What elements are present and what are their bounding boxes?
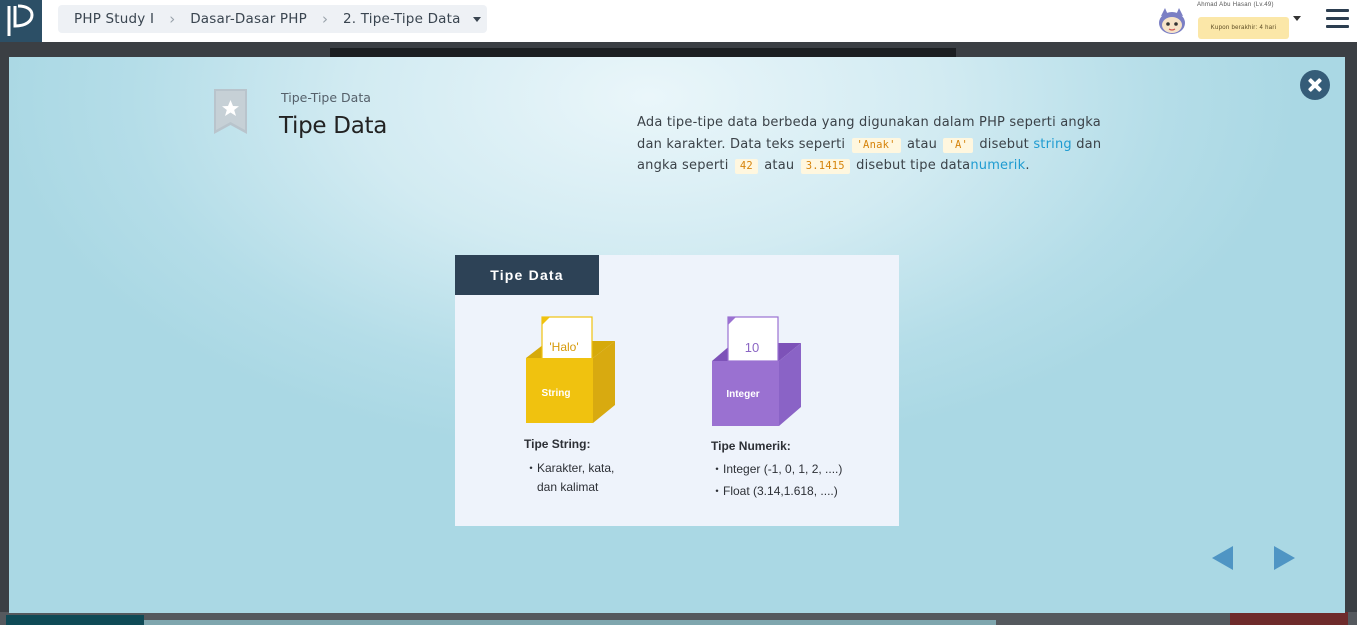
close-icon[interactable] — [1300, 70, 1330, 100]
logo-icon — [7, 4, 34, 36]
chevron-right-icon: › — [169, 10, 176, 28]
string-card-text: 'Halo' — [549, 340, 578, 354]
desc-text: . — [1025, 158, 1030, 173]
breadcrumb-course[interactable]: PHP Study I — [74, 11, 154, 27]
list-item: ・Integer (-1, 0, 1, 2, ....) — [711, 462, 843, 476]
integer-card-text: 10 — [745, 340, 759, 355]
coupon-badge: Kupon berakhir: 4 hari — [1198, 17, 1289, 39]
keyword-numerik: numerik — [970, 158, 1026, 173]
caret-down-icon[interactable] — [472, 16, 481, 22]
list-item: dan kalimat — [537, 480, 599, 494]
slide-illustration: Tipe Data 'Halo' String 10 Integer Tipe … — [455, 255, 899, 526]
app-logo[interactable] — [0, 0, 42, 42]
code-snippet: 'Anak' — [851, 137, 901, 153]
code-snippet: 3.1415 — [800, 159, 850, 174]
desc-text: atau — [764, 158, 795, 173]
lesson-subtitle: Tipe-Tipe Data — [281, 90, 371, 105]
code-snippet: 42 — [734, 159, 758, 174]
code-snippet: 'A' — [943, 137, 974, 153]
string-type-heading: Tipe String: — [524, 437, 591, 451]
desc-text: atau — [907, 136, 938, 152]
breadcrumb-lesson[interactable]: 2. Tipe-Tipe Data — [343, 11, 461, 27]
bookmark-star-icon[interactable] — [214, 89, 247, 134]
desc-text: disebut tipe data — [856, 158, 971, 173]
integer-box-icon: 10 Integer — [712, 316, 801, 426]
breadcrumb-chapter[interactable]: Dasar-Dasar PHP — [190, 11, 307, 27]
top-bar: PHP Study I › Dasar-Dasar PHP › 2. Tipe-… — [0, 0, 1357, 42]
lesson-slide-modal: Tipe-Tipe Data Tipe Data Ada tipe-tipe d… — [9, 57, 1345, 613]
lesson-description: Ada tipe-tipe data berbeda yang digunaka… — [637, 112, 1117, 177]
previous-arrow-icon[interactable] — [1212, 546, 1233, 570]
user-name: Ahmad Abu Hasan (Lv.49) — [1197, 2, 1274, 8]
breadcrumb: PHP Study I › Dasar-Dasar PHP › 2. Tipe-… — [58, 5, 487, 33]
keyword-string: string — [1033, 136, 1072, 152]
list-item: ・Float (3.14,1.618, ....) — [711, 484, 838, 498]
background-footer — [0, 612, 1357, 625]
chevron-right-icon: › — [321, 10, 328, 28]
string-box-label: String — [542, 388, 571, 399]
next-arrow-icon[interactable] — [1274, 546, 1295, 570]
caret-down-icon[interactable] — [1293, 16, 1301, 21]
integer-box-label: Integer — [726, 389, 759, 400]
list-item: ・Karakter, kata, — [525, 461, 615, 475]
string-box-icon: 'Halo' String — [526, 316, 615, 423]
avatar[interactable] — [1156, 6, 1188, 36]
lesson-title: Tipe Data — [279, 113, 388, 139]
desc-text: disebut — [979, 136, 1029, 152]
numeric-type-heading: Tipe Numerik: — [711, 439, 791, 453]
menu-icon[interactable] — [1326, 9, 1349, 29]
